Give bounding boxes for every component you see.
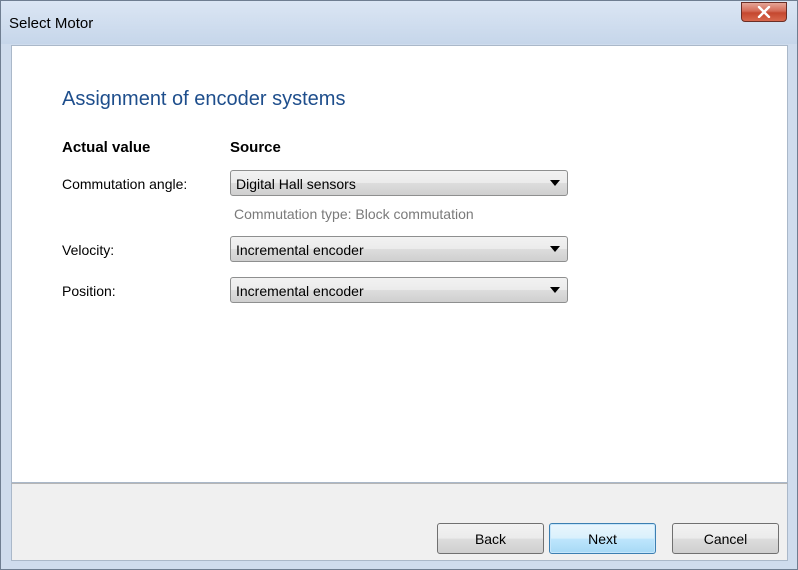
cancel-button[interactable]: Cancel [672,523,779,554]
commutation-type-hint: Commutation type: Block commutation [234,206,474,222]
chevron-down-icon [550,180,560,186]
commutation-angle-label: Commutation angle: [62,176,188,192]
window-title: Select Motor [9,15,94,32]
commutation-angle-value: Digital Hall sensors [236,176,356,192]
velocity-dropdown[interactable]: Incremental encoder [230,236,568,262]
column-header-source: Source [230,139,281,156]
column-header-actual-value: Actual value [62,139,151,156]
position-dropdown[interactable]: Incremental encoder [230,277,568,303]
button-bar: Back Next Cancel [11,483,788,561]
content-panel: Assignment of encoder systems Actual val… [11,45,788,483]
position-value: Incremental encoder [236,283,364,299]
select-motor-dialog: Select Motor Assignment of encoder syste… [0,0,798,570]
velocity-label: Velocity: [62,242,115,258]
next-button[interactable]: Next [549,523,656,554]
close-icon [757,6,771,18]
position-label: Position: [62,283,116,299]
close-button[interactable] [741,2,787,22]
chevron-down-icon [550,287,560,293]
velocity-value: Incremental encoder [236,242,364,258]
back-button[interactable]: Back [437,523,544,554]
commutation-angle-dropdown[interactable]: Digital Hall sensors [230,170,568,196]
title-bar: Select Motor [1,1,797,44]
page-heading: Assignment of encoder systems [62,88,346,110]
chevron-down-icon [550,246,560,252]
